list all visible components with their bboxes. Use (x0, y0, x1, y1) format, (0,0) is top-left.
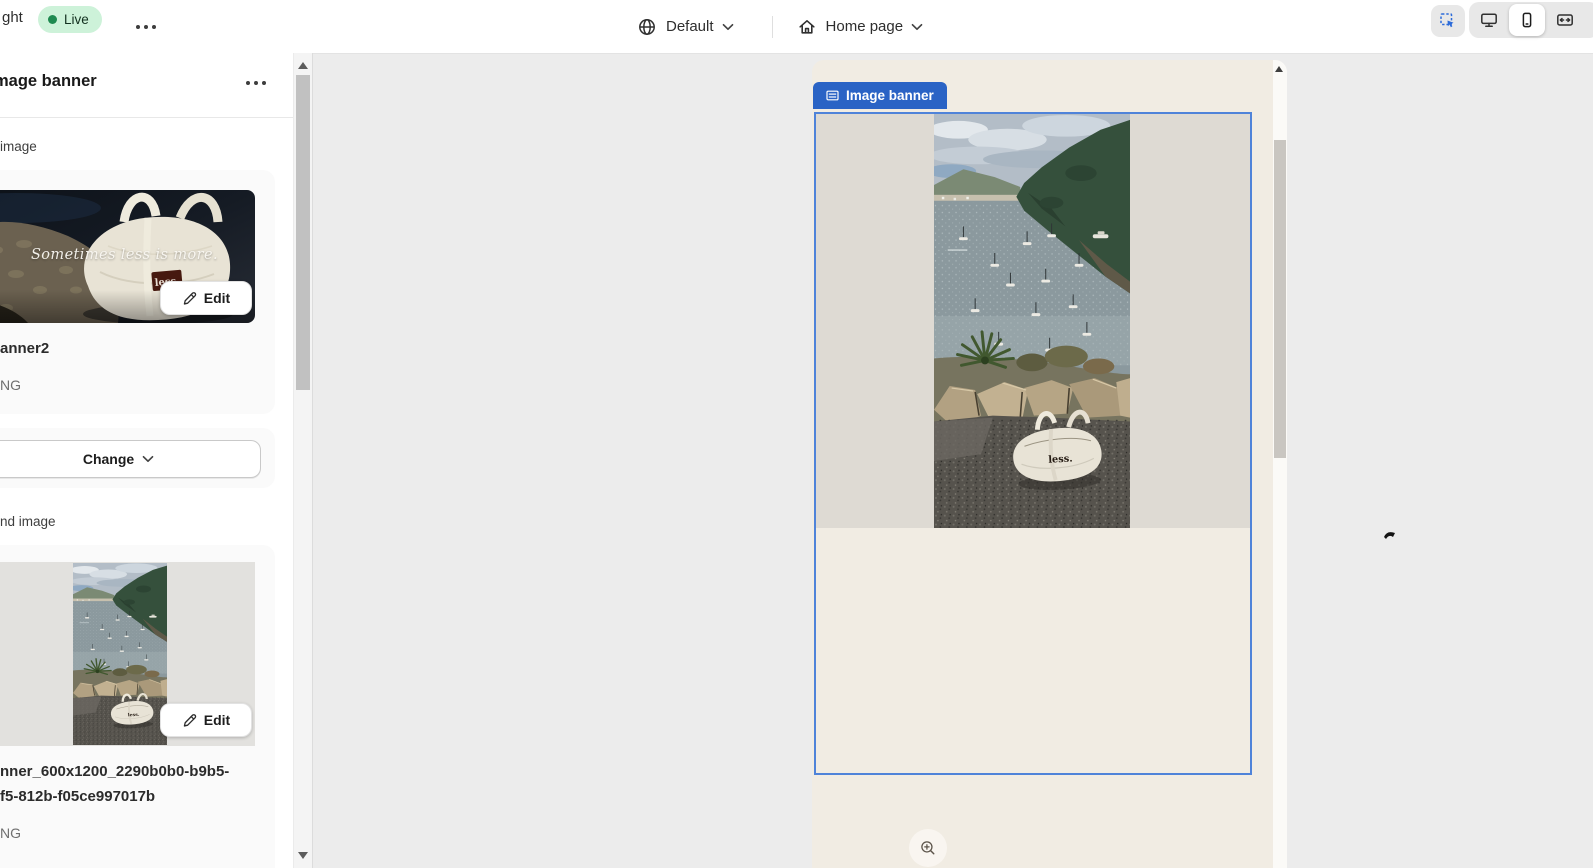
mobile-icon (1522, 12, 1532, 28)
preview-scrollbar[interactable] (1273, 60, 1287, 868)
selected-section-image-banner[interactable] (814, 112, 1252, 775)
bay-photo-preview[interactable] (934, 114, 1130, 528)
topbar-divider (771, 15, 773, 38)
device-preview-switch (1469, 2, 1593, 38)
theme-name: ght (2, 9, 23, 26)
globe-icon (637, 17, 657, 37)
section-more-options-icon[interactable] (246, 81, 266, 85)
mobile-preview-frame: Image banner (812, 60, 1287, 868)
second-image-filename-line1: nner_600x1200_2290b0b0-b9b5- (0, 763, 230, 780)
sidebar-scrollbar[interactable] (293, 53, 312, 868)
live-dot-icon (48, 15, 57, 24)
scroll-up-icon[interactable] (298, 62, 308, 69)
sidebar-scrollbar-thumb[interactable] (296, 75, 310, 390)
page-selector[interactable]: Home page (826, 18, 904, 35)
fullwidth-icon (1557, 14, 1573, 26)
topbar-selectors: Default Home page (637, 0, 923, 53)
second-image-label: nd image (0, 514, 56, 529)
banner-overlay-text: Sometimes less is more. (30, 247, 219, 263)
mouse-cursor (1384, 532, 1395, 539)
home-icon (797, 17, 817, 37)
locale-selector[interactable]: Default (666, 18, 714, 35)
change-image-button[interactable]: Change (0, 440, 261, 478)
more-options-icon[interactable] (136, 25, 156, 29)
second-image-filename-line2: f5-812b-f05ce997017b (0, 788, 156, 805)
second-image-filetype: NG (0, 825, 21, 841)
edit-label: Edit (203, 712, 231, 728)
first-image-filetype: NG (0, 377, 21, 393)
edit-label: Edit (203, 290, 231, 306)
edit-first-image-button[interactable]: Edit (160, 281, 252, 315)
edit-second-image-button[interactable]: Edit (160, 703, 252, 737)
top-bar: ght Live Default Home page (0, 0, 1593, 54)
section-badge-label: Image banner (846, 88, 934, 103)
inspect-icon (1440, 13, 1454, 28)
theme-editor-window: ght Live Default Home page mage banner i… (0, 0, 1593, 868)
first-image-card: less. Sometimes less is more. Edit anner… (0, 170, 275, 414)
settings-sidebar: mage banner image Sometimes less is more… (0, 53, 313, 868)
second-image-card: Edit nner_600x1200_2290b0b0-b9b5- f5-812… (0, 545, 275, 868)
first-image-filename: anner2 (0, 340, 50, 357)
sidebar-title: mage banner (0, 72, 97, 90)
change-image-card: Change (0, 428, 275, 488)
inspect-mode-button[interactable] (1431, 5, 1465, 37)
pencil-icon (183, 291, 196, 305)
pencil-icon (183, 713, 196, 727)
live-label: Live (64, 12, 89, 27)
chevron-down-icon (142, 455, 154, 463)
desktop-preview-button[interactable] (1469, 2, 1509, 38)
divider (0, 117, 293, 118)
desktop-icon (1481, 13, 1497, 27)
bay-photo-thumbnail (73, 563, 167, 745)
mobile-preview-button[interactable] (1509, 4, 1545, 36)
chevron-down-icon[interactable] (722, 18, 734, 36)
scroll-down-icon[interactable] (298, 852, 308, 859)
change-label: Change (82, 451, 135, 467)
section-icon (826, 90, 839, 101)
preview-scrollbar-thumb[interactable] (1274, 140, 1286, 458)
zoom-in-button[interactable] (909, 829, 947, 867)
chevron-down-icon[interactable] (911, 18, 923, 36)
zoom-in-icon (921, 841, 935, 855)
live-status-badge: Live (38, 6, 102, 33)
section-badge[interactable]: Image banner (813, 82, 947, 109)
fullwidth-preview-button[interactable] (1545, 2, 1585, 38)
first-image-label: image (0, 139, 37, 154)
scroll-up-icon[interactable] (1275, 66, 1283, 72)
